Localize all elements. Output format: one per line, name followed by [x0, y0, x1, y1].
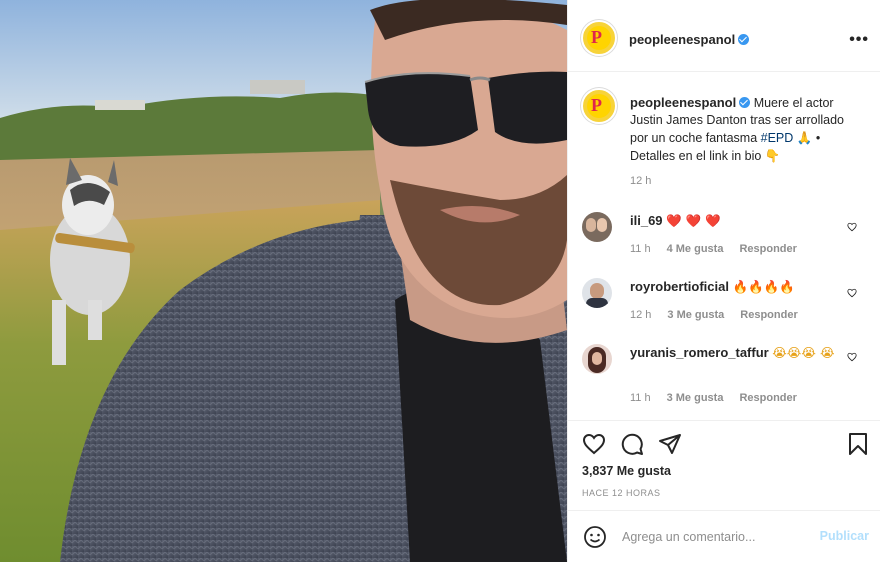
caption-username[interactable]: peopleenespanol	[630, 95, 736, 110]
reply-button[interactable]: Responder	[740, 309, 797, 321]
post-actions: 3,837 Me gusta HACE 12 HORAS	[568, 420, 880, 510]
pointing-down-emoji: 👇	[764, 148, 781, 163]
caption-avatar[interactable]: P	[581, 88, 617, 124]
caption-time[interactable]: 12 h	[630, 175, 651, 187]
comment-username[interactable]: royrobertioficial	[630, 279, 729, 294]
more-options-icon[interactable]: •••	[849, 31, 869, 49]
comment-likes[interactable]: 3 Me gusta	[667, 392, 724, 404]
like-comment-heart-icon[interactable]	[847, 352, 857, 362]
comment-meta: 12 h 3 Me gusta Responder	[630, 309, 798, 321]
verified-badge-icon	[738, 34, 750, 45]
comment-text: yuranis_romero_taffur 😭😭😭 😭	[630, 344, 840, 362]
comment-input[interactable]	[620, 525, 804, 549]
commenter-avatar[interactable]	[582, 278, 612, 308]
comment-likes[interactable]: 4 Me gusta	[667, 243, 724, 255]
like-heart-icon[interactable]	[582, 432, 606, 456]
comment-time[interactable]: 12 h	[630, 309, 651, 321]
instagram-post-window: P peopleenespanol ••• P peopleenespanol …	[0, 0, 880, 562]
post-photo[interactable]	[0, 0, 567, 562]
comment-bubble-icon[interactable]	[620, 432, 644, 456]
selfie-with-dog-image	[0, 0, 567, 562]
comment-likes[interactable]: 3 Me gusta	[667, 309, 724, 321]
comment-username[interactable]: ili_69	[630, 213, 663, 228]
verified-badge-icon	[739, 97, 751, 108]
comment-meta: 11 h 3 Me gusta Responder	[630, 392, 797, 404]
comment-body: 😭😭😭 😭	[772, 345, 835, 360]
header-username[interactable]: peopleenespanol	[629, 32, 735, 47]
comment-text: ili_69 ❤️ ❤️ ❤️	[630, 212, 840, 230]
reply-button[interactable]: Responder	[739, 243, 796, 255]
share-paper-plane-icon[interactable]	[658, 432, 682, 456]
post-details-panel: P peopleenespanol ••• P peopleenespanol …	[567, 0, 880, 562]
reply-button[interactable]: Responder	[739, 392, 796, 404]
emoji-smiley-icon[interactable]	[583, 525, 607, 549]
hashtag-link[interactable]: #EPD	[761, 131, 794, 145]
post-timestamp[interactable]: HACE 12 HORAS	[582, 488, 661, 498]
save-bookmark-icon[interactable]	[847, 432, 869, 456]
post-header: P peopleenespanol •••	[568, 5, 880, 72]
pray-emoji: 🙏	[796, 130, 813, 145]
add-comment-bar: Publicar	[568, 510, 880, 562]
comment-username[interactable]: yuranis_romero_taffur	[630, 345, 769, 360]
comment-text: royrobertioficial 🔥🔥🔥🔥	[630, 278, 840, 296]
commenter-avatar[interactable]	[582, 212, 612, 242]
account-avatar[interactable]: P	[581, 20, 617, 56]
publish-button[interactable]: Publicar	[820, 529, 869, 543]
likes-count[interactable]: 3,837 Me gusta	[582, 464, 671, 478]
comment-body: 🔥🔥🔥🔥	[732, 279, 795, 294]
comment-time[interactable]: 11 h	[630, 392, 651, 404]
comment-body: ❤️ ❤️ ❤️	[666, 213, 721, 228]
caption-text: peopleenespanol Muere el actor Justin Ja…	[630, 94, 860, 165]
comment-meta: 11 h 4 Me gusta Responder	[630, 243, 797, 255]
header-username-row: peopleenespanol	[629, 31, 750, 49]
like-comment-heart-icon[interactable]	[847, 288, 857, 298]
like-comment-heart-icon[interactable]	[847, 222, 857, 232]
commenter-avatar[interactable]	[582, 344, 612, 374]
comment-time[interactable]: 11 h	[630, 243, 651, 255]
